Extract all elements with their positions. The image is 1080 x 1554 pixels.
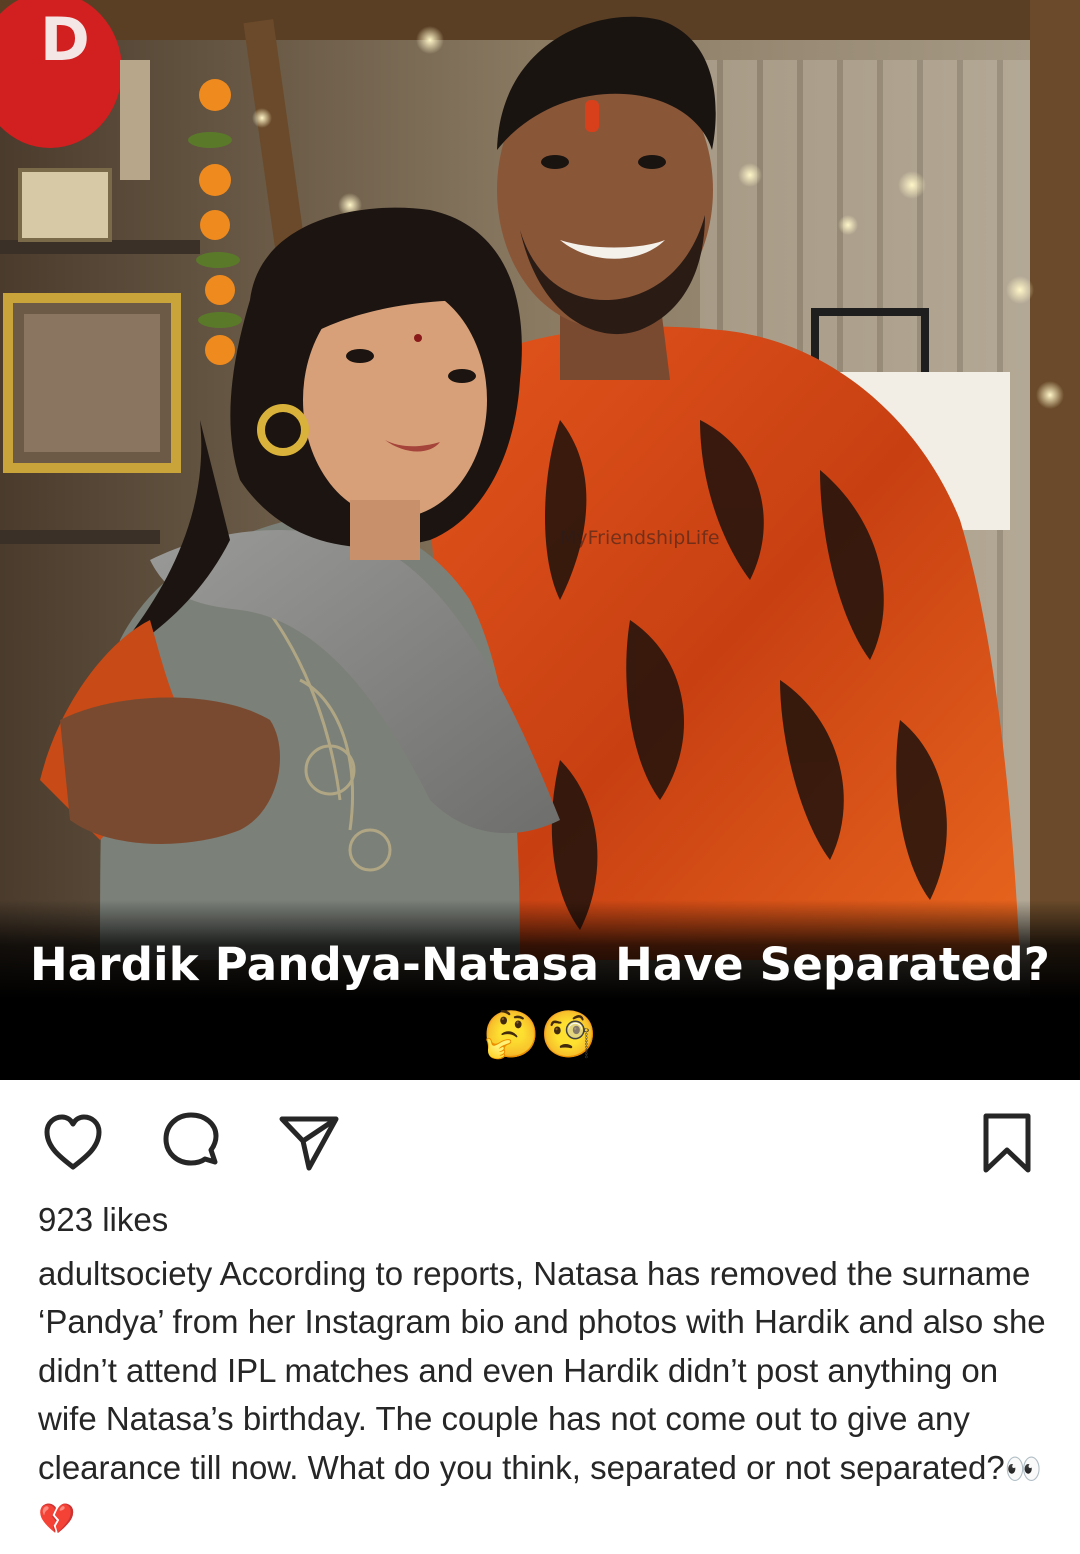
speech-bubble-icon — [163, 1112, 219, 1166]
post-caption: adultsociety According to reports, Natas… — [38, 1250, 1048, 1544]
post-headline: Hardik Pandya-Natasa Have Separated? — [29, 938, 1051, 991]
save-button[interactable] — [974, 1110, 1040, 1176]
likes-count[interactable]: 923 likes — [38, 1201, 168, 1239]
comment-button[interactable] — [158, 1110, 224, 1176]
like-button[interactable] — [40, 1110, 106, 1176]
share-button[interactable] — [276, 1110, 342, 1176]
bookmark-icon — [983, 1113, 1031, 1173]
paper-plane-icon — [279, 1116, 339, 1171]
svg-text:D: D — [40, 5, 90, 75]
heart-outline-icon — [44, 1114, 102, 1170]
post-image[interactable]: D MyFriendshipLife Hardik Pandya-Natasa … — [0, 0, 1080, 1080]
watermark-text: MyFriendshipLife — [560, 527, 720, 549]
post-action-bar — [0, 1080, 1080, 1190]
headline-emojis: 🤔🧐 — [482, 1008, 598, 1060]
caption-username[interactable]: adultsociety — [38, 1255, 212, 1292]
